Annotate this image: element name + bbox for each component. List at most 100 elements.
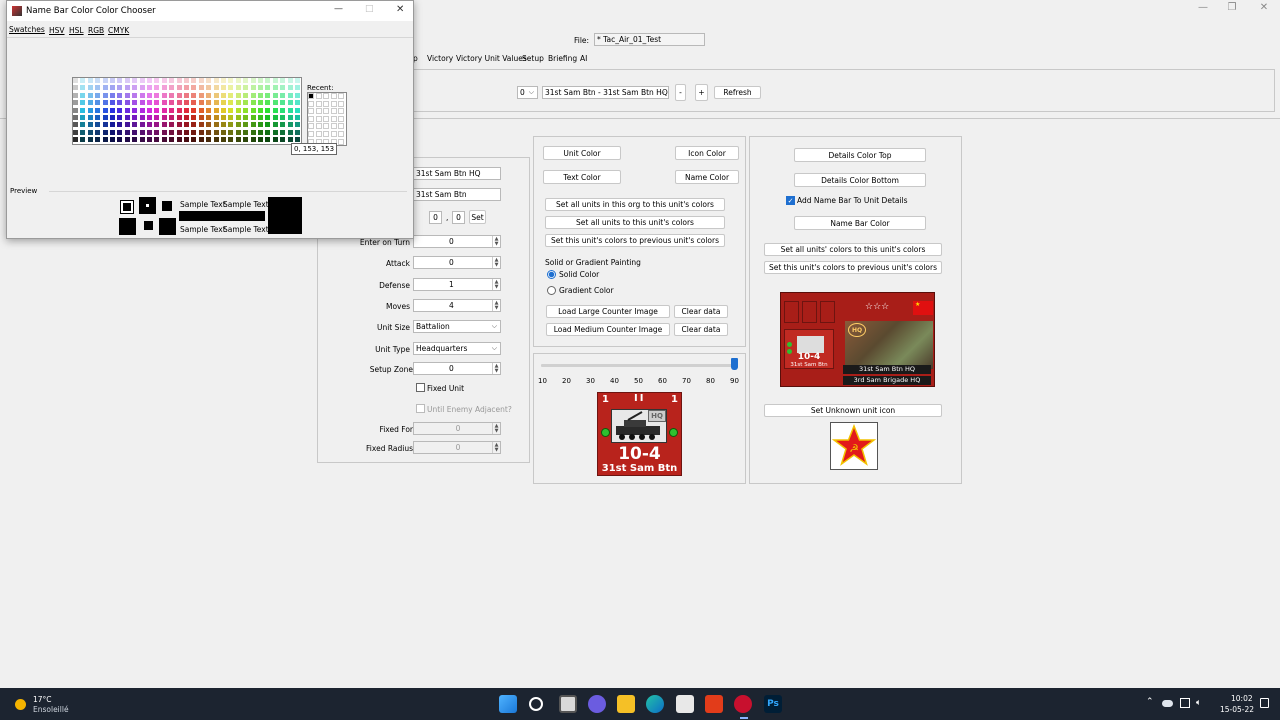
color-swatch[interactable] [154, 78, 161, 84]
color-swatch[interactable] [280, 78, 287, 84]
color-swatch[interactable] [139, 137, 146, 144]
recent-swatch[interactable] [338, 100, 345, 107]
color-swatch[interactable] [206, 129, 213, 136]
color-swatch[interactable] [295, 115, 301, 121]
menu-item-setup[interactable]: Setup [522, 54, 544, 63]
recent-swatch[interactable] [338, 93, 345, 99]
start-icon[interactable] [499, 695, 517, 713]
color-swatch[interactable] [154, 115, 161, 121]
color-swatch[interactable] [176, 107, 183, 114]
color-swatch[interactable] [87, 85, 94, 92]
color-swatch[interactable] [176, 115, 183, 121]
color-swatch[interactable] [102, 129, 109, 136]
recent-swatch[interactable] [338, 131, 345, 137]
color-swatch[interactable] [139, 115, 146, 121]
size-slider-track[interactable] [541, 364, 738, 367]
color-swatch[interactable] [184, 137, 190, 144]
color-swatch[interactable] [206, 85, 213, 92]
color-swatch[interactable] [176, 85, 183, 92]
recent-swatches[interactable] [307, 92, 347, 146]
number-select[interactable]: 0 ⌵ [517, 86, 538, 99]
color-swatch[interactable] [287, 92, 294, 99]
color-swatch[interactable] [235, 78, 242, 84]
main-close-button[interactable]: ✕ [1248, 0, 1280, 14]
unit-size-select[interactable]: Battalion ⌵ [413, 320, 501, 333]
tab-swatches[interactable]: Swatches [9, 25, 45, 34]
color-swatch[interactable] [213, 78, 220, 84]
color-swatch[interactable] [124, 129, 131, 136]
color-swatch[interactable] [147, 100, 153, 107]
color-swatch[interactable] [176, 137, 183, 144]
color-swatch[interactable] [102, 122, 109, 129]
fixed-radius-spinner[interactable]: 0 ▲ ▼ [413, 441, 501, 454]
color-swatch[interactable] [295, 122, 301, 129]
color-swatch[interactable] [161, 100, 168, 107]
color-swatch[interactable] [73, 137, 79, 144]
color-swatch[interactable] [110, 78, 116, 84]
color-swatch[interactable] [161, 78, 168, 84]
color-swatch[interactable] [265, 78, 272, 84]
color-swatch[interactable] [250, 100, 257, 107]
coord-y-field[interactable]: 0 [452, 211, 465, 224]
color-swatch[interactable] [110, 115, 116, 121]
color-swatch[interactable] [154, 85, 161, 92]
color-swatch[interactable] [73, 92, 79, 99]
color-swatch[interactable] [206, 115, 213, 121]
edge-icon[interactable] [646, 695, 664, 713]
color-swatch[interactable] [250, 78, 257, 84]
recent-swatch[interactable] [308, 108, 314, 115]
details-color-top-button[interactable]: Details Color Top [794, 148, 926, 162]
color-swatch[interactable] [213, 100, 220, 107]
color-swatch[interactable] [132, 107, 139, 114]
recent-swatch[interactable] [315, 131, 322, 137]
color-swatch[interactable] [213, 129, 220, 136]
color-swatch[interactable] [87, 107, 94, 114]
color-swatch[interactable] [191, 129, 198, 136]
color-swatch[interactable] [265, 122, 272, 129]
color-swatch[interactable] [87, 122, 94, 129]
task-view-icon[interactable] [559, 695, 577, 713]
color-swatch[interactable] [250, 107, 257, 114]
color-swatch[interactable] [132, 115, 139, 121]
color-swatch[interactable] [295, 78, 301, 84]
color-swatch[interactable] [235, 115, 242, 121]
color-swatch[interactable] [221, 92, 227, 99]
set-all-units-button[interactable]: Set all units to this unit's colors [545, 216, 725, 229]
color-swatch[interactable] [169, 107, 176, 114]
color-swatch[interactable] [280, 129, 287, 136]
color-swatch[interactable] [265, 100, 272, 107]
color-swatch[interactable] [169, 85, 176, 92]
color-swatch[interactable] [287, 115, 294, 121]
color-swatch[interactable] [280, 85, 287, 92]
volume-icon[interactable]: 🔈︎ [1196, 698, 1201, 708]
tab-hsv[interactable]: HSV [49, 26, 65, 35]
color-swatch[interactable] [191, 100, 198, 107]
color-swatch[interactable] [102, 92, 109, 99]
color-swatch[interactable] [272, 100, 279, 107]
color-swatch[interactable] [250, 129, 257, 136]
color-swatch[interactable] [139, 92, 146, 99]
color-swatch[interactable] [176, 100, 183, 107]
color-swatch[interactable] [265, 129, 272, 136]
cloud-icon[interactable] [1162, 700, 1173, 707]
color-swatch[interactable] [176, 122, 183, 129]
color-swatch[interactable] [265, 137, 272, 144]
color-swatch[interactable] [117, 92, 124, 99]
color-swatch[interactable] [147, 137, 153, 144]
recent-swatch[interactable] [308, 115, 314, 122]
color-swatch[interactable] [272, 78, 279, 84]
color-swatch[interactable] [213, 122, 220, 129]
color-swatch[interactable] [102, 85, 109, 92]
color-swatch[interactable] [95, 129, 102, 136]
color-swatch[interactable] [139, 78, 146, 84]
menu-item-victory-unit-values[interactable]: Victory Unit Values [456, 54, 527, 63]
color-swatch[interactable] [191, 122, 198, 129]
color-swatch[interactable] [139, 100, 146, 107]
color-swatch[interactable] [221, 115, 227, 121]
main-maximize-button[interactable]: ❐ [1216, 0, 1248, 14]
color-swatch[interactable] [117, 85, 124, 92]
color-swatch[interactable] [191, 92, 198, 99]
unit-select[interactable]: 31st Sam Btn - 31st Sam Btn HQ ⌵ [542, 86, 669, 99]
color-swatch[interactable] [287, 78, 294, 84]
color-swatch[interactable] [132, 100, 139, 107]
